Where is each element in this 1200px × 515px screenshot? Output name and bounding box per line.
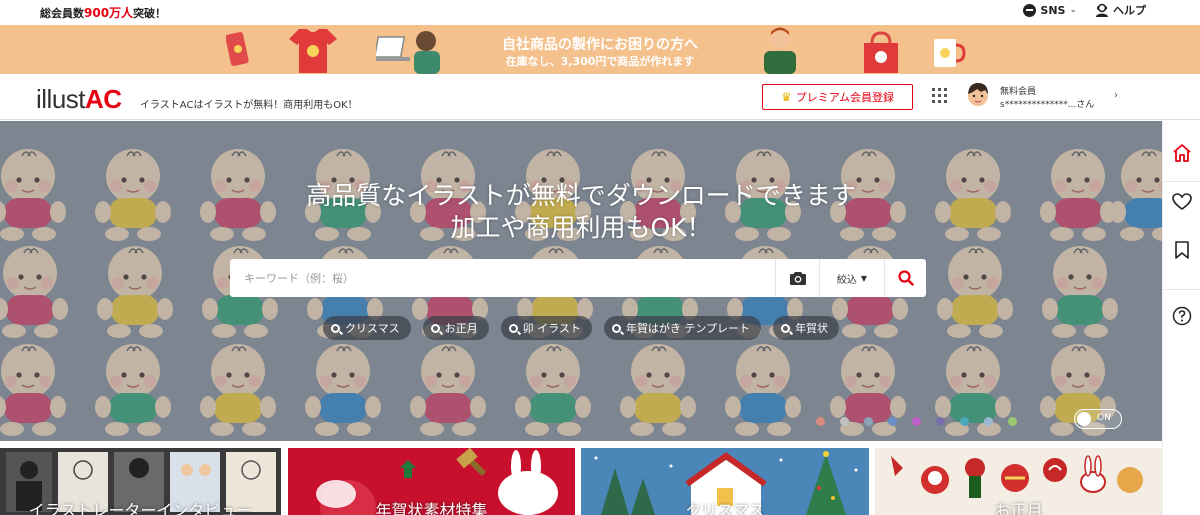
site-header: illustAC イラストACはイラストが無料！商用利用もOK！ ♛ プレミアム… [0, 74, 1200, 120]
card-caption: イラストレーターインタビュー [28, 501, 253, 515]
banner-headline: 自社商品の製作にお困りの方へ [502, 37, 698, 53]
search-icon [897, 270, 914, 286]
tag-nengajo-template[interactable]: 年賀はがき テンプレート [603, 316, 762, 340]
top-links: SNS ⌄ ヘルプ [1023, 2, 1146, 18]
card-illustrator-interview[interactable]: イラストレーターインタビュー [0, 448, 281, 515]
top-strip: 総会員数900万人突破！ SNS ⌄ ヘルプ [0, 0, 1200, 25]
chat-icon [1023, 3, 1037, 17]
search-icon [611, 323, 621, 333]
tag-new-year[interactable]: お正月 [422, 316, 489, 340]
hero-section: 高品質なイラストが無料でダウンロードできます 加工や商用利用もOK！ 絞込 ▼ … [0, 121, 1162, 441]
feature-cards: イラストレーターインタビュー 年賀状素材特集 クリスマス お正月 [0, 448, 1162, 515]
sns-menu[interactable]: SNS ⌄ [1023, 3, 1077, 17]
site-tagline: イラストACはイラストが無料！商用利用もOK！ [140, 100, 358, 111]
card-christmas[interactable]: クリスマス [581, 448, 869, 515]
caret-down-icon: ▼ [860, 273, 868, 283]
carousel-dot[interactable] [912, 417, 921, 426]
hero-title: 高品質なイラストが無料でダウンロードできます [306, 181, 856, 210]
search-button[interactable] [884, 259, 926, 297]
carousel-dot[interactable] [840, 417, 849, 426]
home-icon [1173, 144, 1191, 162]
search-input[interactable] [230, 259, 775, 297]
user-name-label[interactable]: s**************...さん [1000, 97, 1094, 110]
site-logo[interactable]: illustAC [36, 84, 122, 115]
member-count-text: 総会員数900万人突破！ [40, 6, 167, 20]
chevron-right-icon[interactable]: › [1114, 90, 1118, 101]
carousel-dot[interactable] [1008, 417, 1017, 426]
carousel-dot[interactable] [984, 417, 993, 426]
popular-tags: クリスマス お正月 卯 イラスト 年賀はがき テンプレート 年賀状 [0, 316, 1162, 340]
tag-rabbit-illust[interactable]: 卯 イラスト [500, 316, 592, 340]
help-button[interactable] [1163, 306, 1200, 326]
image-search-button[interactable] [775, 259, 819, 297]
tag-christmas[interactable]: クリスマス [322, 316, 411, 340]
carousel-dots [816, 417, 1017, 426]
tag-nengajo[interactable]: 年賀状 [773, 316, 840, 340]
carousel-dot[interactable] [864, 417, 873, 426]
home-button[interactable] [1163, 143, 1200, 163]
card-caption: クリスマス [685, 501, 765, 515]
card-nengajo-materials[interactable]: 年賀状素材特集 [288, 448, 575, 515]
card-new-year[interactable]: お正月 [875, 448, 1162, 515]
camera-icon [789, 272, 806, 285]
search-icon [508, 323, 518, 333]
user-tier-label: 無料会員 [1000, 87, 1037, 97]
heart-icon [1172, 193, 1192, 210]
side-rail [1162, 121, 1200, 515]
carousel-dot[interactable] [816, 417, 825, 426]
premium-signup-button[interactable]: ♛ プレミアム会員登録 [762, 84, 913, 110]
chevron-down-icon: ⌄ [1069, 5, 1077, 15]
apps-grid-icon[interactable] [932, 88, 947, 103]
carousel-dot[interactable] [888, 417, 897, 426]
promo-banner[interactable]: 自社商品の製作にお困りの方へ 在庫なし、3,300円で商品が作れます [0, 25, 1200, 74]
search-bar: 絞込 ▼ [230, 259, 926, 297]
filter-dropdown[interactable]: 絞込 ▼ [819, 259, 884, 297]
toggle-knob [1077, 412, 1091, 426]
bookmark-icon [1175, 241, 1189, 259]
carousel-dot[interactable] [936, 417, 945, 426]
card-caption: 年賀状素材特集 [375, 501, 488, 515]
bookmark-button[interactable] [1163, 241, 1200, 259]
search-icon [781, 323, 791, 333]
animation-toggle[interactable]: ON [1074, 409, 1122, 429]
search-icon [330, 323, 340, 333]
search-icon [430, 323, 440, 333]
question-circle-icon [1172, 306, 1192, 326]
carousel-dot[interactable] [960, 417, 969, 426]
card-caption: お正月 [994, 501, 1043, 515]
crown-icon: ♛ [781, 90, 792, 104]
banner-subline: 在庫なし、3,300円で商品が作れます [505, 55, 695, 68]
favorites-button[interactable] [1163, 193, 1200, 211]
avatar[interactable] [963, 80, 993, 112]
help-link[interactable]: ヘルプ [1095, 2, 1146, 18]
support-person-icon [1096, 3, 1108, 17]
hero-subtitle: 加工や商用利用もOK！ [450, 213, 712, 242]
